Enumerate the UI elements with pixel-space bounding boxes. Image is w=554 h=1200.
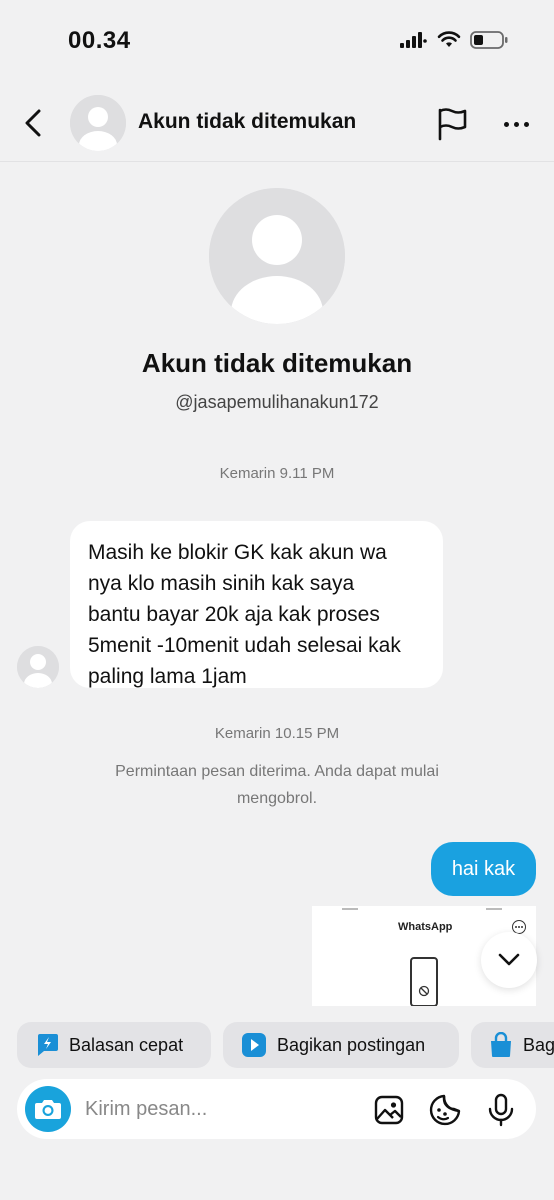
camera-icon bbox=[35, 1100, 61, 1119]
preview-title: WhatsApp bbox=[398, 921, 453, 933]
default-avatar-icon bbox=[17, 646, 59, 688]
sticker-button[interactable] bbox=[427, 1092, 463, 1128]
message-line: Masih ke blokir GK kak akun wa bbox=[88, 541, 387, 564]
scroll-to-bottom-button[interactable] bbox=[481, 932, 537, 988]
quick-reply-icon bbox=[35, 1032, 59, 1058]
outgoing-message-text: hai kak bbox=[451, 857, 516, 880]
default-avatar-icon bbox=[70, 95, 126, 151]
shop-chip[interactable]: Bag bbox=[471, 1022, 554, 1068]
sender-avatar[interactable] bbox=[17, 646, 59, 688]
flag-icon bbox=[438, 108, 467, 141]
status-time: 00.34 bbox=[68, 27, 131, 54]
system-note-line: mengobrol. bbox=[236, 790, 318, 807]
system-note-line: Permintaan pesan diterima. Anda dapat mu… bbox=[115, 763, 439, 780]
message-line: 5menit -10menit udah selesai kak bbox=[88, 634, 401, 657]
microphone-icon bbox=[488, 1093, 514, 1127]
back-button[interactable] bbox=[18, 106, 48, 140]
message-timestamp: Kemarin 10.15 PM bbox=[214, 725, 340, 742]
shopping-bag-icon bbox=[489, 1032, 513, 1058]
header-avatar[interactable] bbox=[70, 95, 126, 151]
status-bar: 00.34 bbox=[0, 0, 554, 84]
voice-message-button[interactable] bbox=[483, 1092, 519, 1128]
header-title[interactable]: Akun tidak ditemukan bbox=[138, 110, 356, 134]
profile-avatar[interactable] bbox=[209, 188, 345, 324]
quick-actions-bar: Balasan cepat Bagikan postingan Bag bbox=[17, 1022, 554, 1068]
chevron-down-icon bbox=[498, 953, 520, 966]
status-icons bbox=[400, 30, 508, 50]
profile-name: Akun tidak ditemukan bbox=[141, 348, 413, 378]
wifi-icon bbox=[437, 31, 461, 47]
report-button[interactable] bbox=[434, 106, 470, 142]
message-timestamp: Kemarin 9.11 PM bbox=[219, 465, 335, 482]
share-post-icon bbox=[241, 1032, 267, 1058]
outgoing-message-bubble[interactable]: hai kak bbox=[431, 842, 536, 896]
message-input[interactable] bbox=[85, 1093, 345, 1125]
more-options-icon bbox=[503, 121, 509, 127]
back-chevron-icon bbox=[25, 109, 41, 137]
gallery-button[interactable] bbox=[371, 1092, 407, 1128]
preview-status-line bbox=[342, 908, 502, 911]
share-post-chip[interactable]: Bagikan postingan bbox=[223, 1022, 459, 1068]
profile-handle: @jasapemulihanakun172 bbox=[175, 392, 379, 412]
more-options-icon-dot bbox=[513, 121, 519, 127]
quick-reply-chip[interactable]: Balasan cepat bbox=[17, 1022, 211, 1068]
incoming-message-bubble[interactable]: Masih ke blokir GK kak akun wa nya klo m… bbox=[70, 521, 443, 688]
battery-icon bbox=[470, 31, 508, 49]
chip-label: Balasan cepat bbox=[69, 1034, 184, 1055]
more-options-icon-dot bbox=[523, 121, 529, 127]
image-gallery-icon bbox=[374, 1095, 404, 1125]
default-avatar-icon bbox=[209, 188, 345, 324]
message-line: bantu bayar 20k aja kak proses bbox=[88, 603, 380, 626]
camera-button[interactable] bbox=[25, 1086, 71, 1132]
message-composer bbox=[17, 1079, 536, 1139]
message-line: nya klo masih sinih kak saya bbox=[88, 572, 355, 595]
message-line: paling lama 1jam bbox=[88, 665, 247, 688]
cellular-signal-icon bbox=[400, 32, 427, 48]
chat-header: Akun tidak ditemukan bbox=[0, 84, 554, 162]
home-indicator-area bbox=[0, 1160, 554, 1200]
chip-label: Bag bbox=[523, 1034, 554, 1055]
request-accepted-note: Permintaan pesan diterima. Anda dapat mu… bbox=[80, 758, 474, 812]
more-options-button[interactable] bbox=[496, 110, 536, 138]
chip-label: Bagikan postingan bbox=[277, 1034, 426, 1055]
sticker-icon bbox=[429, 1094, 461, 1126]
phone-blocked-icon bbox=[410, 957, 438, 1006]
